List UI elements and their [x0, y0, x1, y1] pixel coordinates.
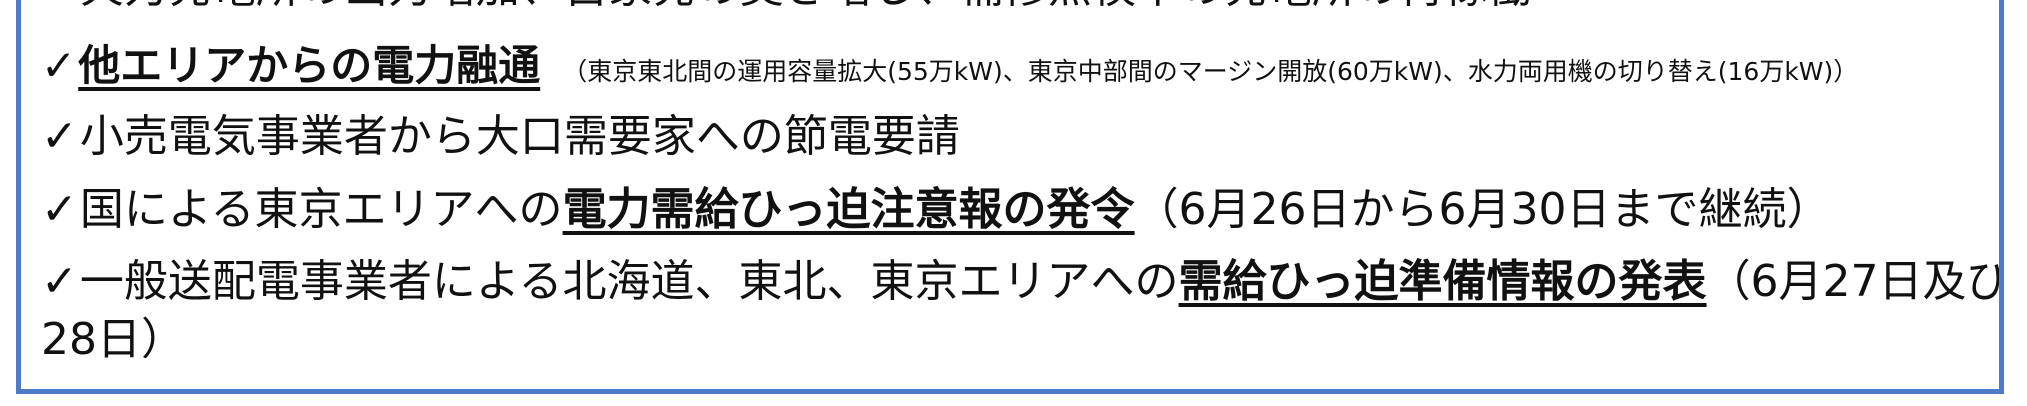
bullet-line-preparation-info: ✓一般送配電事業者による北海道、東北、東京エリアへの需給ひっ迫準備情報の発表（6… [41, 260, 1999, 304]
bullet-text: 火力発電所の出力増加、自家発の焚き増し、補修点検中の発電所の再稼働 [80, 0, 1532, 13]
check-mark-icon: ✓ [41, 111, 78, 162]
bullet-line-saving-request: ✓小売電気事業者から大口需要家への節電要請 [41, 115, 960, 159]
bordered-text-box: ✓火力発電所の出力増加、自家発の焚き増し、補修点検中の発電所の再稼働 ✓他エリア… [16, 0, 2004, 394]
bullet-line-thermal-power: ✓火力発電所の出力増加、自家発の焚き増し、補修点検中の発電所の再稼働 [41, 0, 1532, 10]
emphasis-text: 他エリアからの電力融通 [78, 41, 541, 90]
bullet-suffix: （6月26日から6月30日まで継続） [1134, 184, 1831, 235]
bullet-line-power-interchange: ✓他エリアからの電力融通 （東京東北間の運用容量拡大(55万kW)、東京中部間のマ… [41, 45, 1858, 87]
check-mark-icon: ✓ [41, 41, 77, 90]
bullet-line-continuation: 28日） [41, 318, 185, 362]
bullet-suffix: （6月27日及び [1706, 256, 2004, 307]
bullet-line-advisory: ✓国による東京エリアへの電力需給ひっ迫注意報の発令（6月26日から6月30日まで… [41, 188, 1831, 232]
check-mark-icon: ✓ [41, 184, 78, 235]
bullet-prefix: 一般送配電事業者による北海道、東北、東京エリアへの [79, 256, 1179, 307]
emphasis-text: 需給ひっ迫準備情報の発表 [1178, 256, 1707, 307]
continuation-text: 28日） [41, 314, 185, 365]
detail-note: （東京東北間の運用容量拡大(55万kW)、東京中部間のマージン開放(60万kW)… [562, 57, 1859, 86]
check-mark-icon: ✓ [41, 0, 78, 13]
bullet-text: 小売電気事業者から大口需要家への節電要請 [79, 111, 960, 162]
emphasis-text: 電力需給ひっ迫注意報の発令 [562, 184, 1135, 235]
bullet-prefix: 国による東京エリアへの [79, 184, 563, 235]
check-mark-icon: ✓ [41, 256, 78, 307]
